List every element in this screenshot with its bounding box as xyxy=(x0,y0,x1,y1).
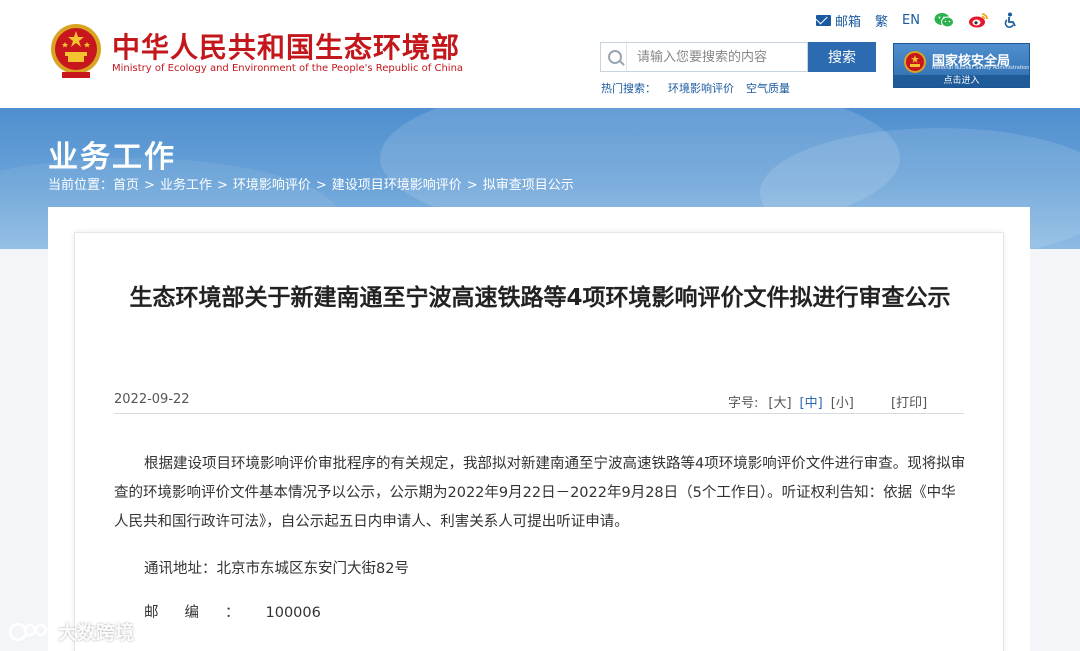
mailbox-label: 邮箱 xyxy=(835,14,862,30)
nsa-subtitle: National Nuclear Safety Administration xyxy=(932,65,1030,71)
wechat-icon xyxy=(934,13,954,28)
breadcrumb-prefix: 当前位置： xyxy=(48,178,114,193)
accessibility-icon xyxy=(1004,12,1016,28)
search-button[interactable]: 搜索 xyxy=(808,42,876,72)
breadcrumb-item-project-eia[interactable]: 建设项目环境影响评价 xyxy=(332,178,462,193)
print-button[interactable]: [打印] xyxy=(891,392,927,411)
weibo-icon xyxy=(968,13,988,28)
search-icon xyxy=(601,43,627,71)
font-size-medium[interactable]: [中] xyxy=(800,396,823,411)
breadcrumb-separator: > xyxy=(466,178,478,193)
address-line: 通讯地址：北京市东城区东安门大街82号 xyxy=(144,557,409,578)
font-size-switcher: 字号: [大] [中] [小] xyxy=(728,392,862,411)
top-links: 邮箱 繁 EN xyxy=(816,10,1018,30)
nsa-banner[interactable]: 国家核安全局 National Nuclear Safety Administr… xyxy=(893,43,1030,88)
traditional-chinese-link[interactable]: 繁 xyxy=(875,11,888,30)
site-header: 中华人民共和国生态环境部 Ministry of Ecology and Env… xyxy=(0,0,1080,108)
breadcrumb-item-review-notice[interactable]: 拟审查项目公示 xyxy=(483,178,574,193)
section-title: 业务工作 xyxy=(48,140,176,175)
breadcrumb-item-home[interactable]: 首页 xyxy=(113,178,139,193)
breadcrumb-separator: > xyxy=(315,178,327,193)
address-value: 北京市东城区东安门大街82号 xyxy=(216,561,409,577)
national-emblem-icon[interactable] xyxy=(48,22,104,80)
nsa-enter-label: 点击进入 xyxy=(894,75,1029,87)
search-input[interactable] xyxy=(627,43,807,71)
breadcrumb-separator: > xyxy=(216,178,228,193)
watermark: 大数跨境 xyxy=(8,618,134,645)
english-link[interactable]: EN xyxy=(902,13,920,28)
hot-search-label: 热门搜索： xyxy=(601,82,656,95)
breadcrumb-item-eia[interactable]: 环境影响评价 xyxy=(233,178,311,193)
nsa-emblem-icon xyxy=(904,51,926,73)
postcode-line: 邮编：100006 xyxy=(144,601,321,622)
breadcrumb: 当前位置：首页 > 业务工作 > 环境影响评价 > 建设项目环境影响评价 > 拟审查项目公示 xyxy=(48,174,574,193)
hot-search-term[interactable]: 环境影响评价 xyxy=(668,82,734,95)
watermark-logo-icon xyxy=(8,622,48,641)
font-size-large[interactable]: [大] xyxy=(768,396,791,411)
weibo-link[interactable] xyxy=(968,12,988,28)
breadcrumb-item-work[interactable]: 业务工作 xyxy=(160,178,212,193)
hot-search-term[interactable]: 空气质量 xyxy=(746,82,790,95)
postcode-value: 100006 xyxy=(265,605,321,621)
hot-search: 热门搜索： 环境影响评价 空气质量 xyxy=(601,80,802,96)
font-size-label: 字号: xyxy=(728,396,759,411)
article-title: 生态环境部关于新建南通至宁波高速铁路等4项环境影响评价文件拟进行审查公示 xyxy=(129,285,951,311)
site-subtitle-en: Ministry of Ecology and Environment of t… xyxy=(112,63,464,74)
publish-date: 2022-09-22 xyxy=(114,392,190,407)
breadcrumb-separator: > xyxy=(144,178,155,193)
wechat-link[interactable] xyxy=(934,12,954,28)
mailbox-link[interactable]: 邮箱 xyxy=(816,11,861,30)
accessibility-link[interactable] xyxy=(1002,12,1018,28)
font-size-small[interactable]: [小] xyxy=(831,396,854,411)
article-meta: 2022-09-22 字号: [大] [中] [小] [打印] xyxy=(114,384,964,414)
watermark-text: 大数跨境 xyxy=(58,622,135,644)
article-paragraph: 根据建设项目环境影响评价审批程序的有关规定，我部拟对新建南通至宁波高速铁路等4项… xyxy=(114,456,966,530)
site-title[interactable]: 中华人民共和国生态环境部 xyxy=(112,26,460,66)
mail-icon xyxy=(816,14,831,26)
address-label: 通讯地址： xyxy=(144,561,217,577)
search-box xyxy=(600,42,808,72)
postcode-label: 邮编： xyxy=(144,605,266,621)
